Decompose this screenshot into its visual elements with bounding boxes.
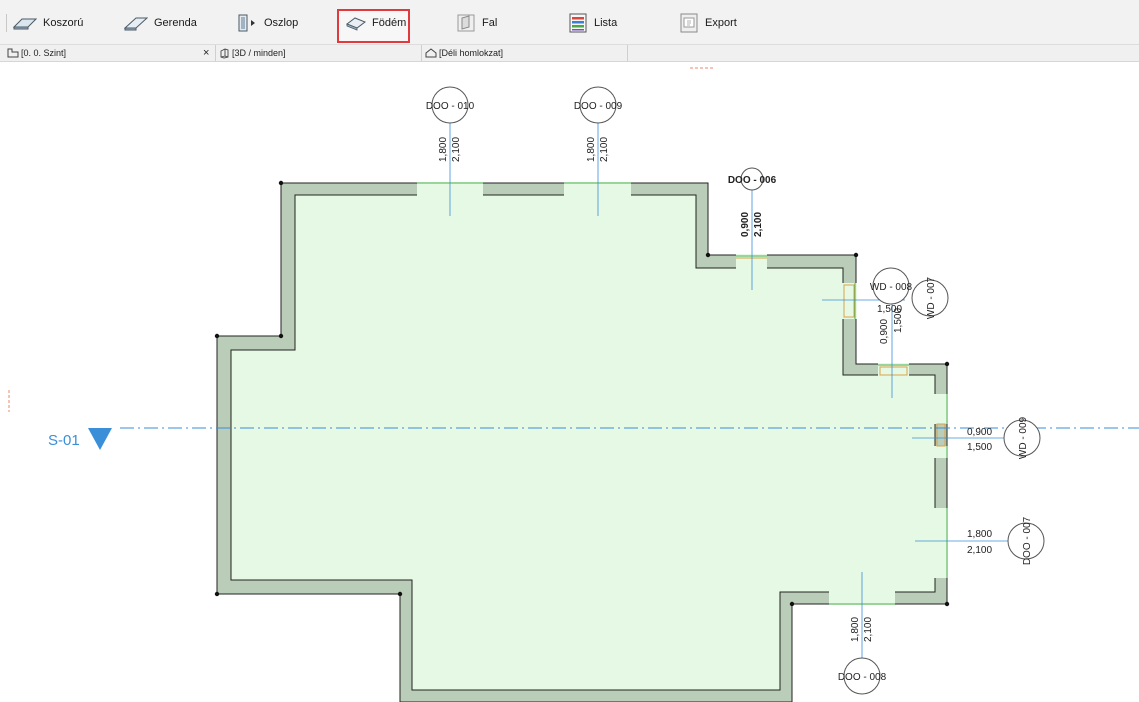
dim-wd-009-height: 1,500 xyxy=(967,442,992,453)
lista-label: Lista xyxy=(594,17,618,29)
tag-doo-010[interactable]: DOO - 010 xyxy=(426,101,475,112)
toolbar-grip xyxy=(6,14,7,32)
tag-wd-009[interactable]: WD - 009 xyxy=(1018,416,1029,459)
section-label: S-01 xyxy=(48,432,80,449)
tab-floor-plan-close-button[interactable]: × xyxy=(203,45,209,61)
export-label: Export xyxy=(705,17,737,29)
beam-icon xyxy=(124,17,148,31)
tag-doo-006[interactable]: DOO - 006 xyxy=(728,175,777,186)
dim-wd-008-sill: 0,900 xyxy=(879,319,890,344)
fodem-button[interactable]: Födém xyxy=(346,12,406,34)
ring-beam-icon xyxy=(13,18,37,30)
dim-wd-009-width: 0,900 xyxy=(967,427,992,438)
tab-divider xyxy=(421,45,422,61)
section-marker-icon[interactable] xyxy=(88,428,112,450)
tag-doo-008[interactable]: DOO - 008 xyxy=(838,672,887,683)
dim-doo-007-height: 2,100 xyxy=(967,545,992,556)
tag-wd-007[interactable]: WD - 007 xyxy=(926,276,937,319)
koszoru-label: Koszorú xyxy=(43,17,84,29)
fodem-label: Födém xyxy=(372,17,407,29)
floor-plan-icon xyxy=(7,48,19,58)
dim-doo-006-width: 0,900 xyxy=(740,212,751,237)
fal-label: Fal xyxy=(482,17,498,29)
floor-plan-canvas[interactable]: S-01 DOO - 010 DOO - 009 DOO - 006 WD - … xyxy=(0,62,1139,702)
view-tab-bar: [0. 0. Szint] × [3D / minden] [Déli homl… xyxy=(0,45,1139,62)
slab-icon xyxy=(346,17,366,31)
tab-divider xyxy=(215,45,216,61)
tab-3d-view[interactable]: [3D / minden] xyxy=(219,45,286,61)
oszlop-label: Oszlop xyxy=(264,17,299,29)
tab-floor-plan[interactable]: [0. 0. Szint] xyxy=(7,45,66,61)
fal-button[interactable]: Fal xyxy=(456,12,497,34)
dim-doo-007-width: 1,800 xyxy=(967,529,992,540)
oszlop-button[interactable]: Oszlop xyxy=(236,12,298,34)
tag-wd-008[interactable]: WD - 008 xyxy=(870,282,913,293)
dim-doo-008-height: 2,100 xyxy=(863,617,874,642)
wall-icon xyxy=(457,14,475,32)
elevation-icon xyxy=(425,48,437,58)
koszoru-button[interactable]: Koszorú xyxy=(13,12,83,34)
close-icon: × xyxy=(203,47,210,59)
gerenda-button[interactable]: Gerenda xyxy=(124,12,197,34)
export-button[interactable]: Export xyxy=(679,12,737,34)
column-icon xyxy=(238,14,255,32)
tab-3d-view-label: [3D / minden] xyxy=(232,48,286,58)
tab-elevation-label: [Déli homlokzat] xyxy=(439,48,504,58)
gerenda-label: Gerenda xyxy=(154,17,197,29)
list-icon xyxy=(569,13,587,33)
lista-button[interactable]: Lista xyxy=(568,12,617,34)
dim-doo-009-width: 1,800 xyxy=(586,137,597,162)
dim-doo-009-height: 2,100 xyxy=(599,137,610,162)
3d-view-icon xyxy=(220,48,229,58)
toolbar: Koszorú Gerenda Oszlop Födém Fal Lista E… xyxy=(0,0,1139,45)
dim-doo-006-height: 2,100 xyxy=(753,212,764,237)
tab-floor-plan-label: [0. 0. Szint] xyxy=(21,48,67,58)
tab-divider xyxy=(627,45,628,61)
dim-doo-010-width: 1,800 xyxy=(438,137,449,162)
dim-doo-010-height: 2,100 xyxy=(451,137,462,162)
tag-doo-009[interactable]: DOO - 009 xyxy=(574,101,623,112)
tag-doo-007[interactable]: DOO - 007 xyxy=(1022,516,1033,565)
dim-doo-008-width: 1,800 xyxy=(850,617,861,642)
tab-elevation[interactable]: [Déli homlokzat] xyxy=(425,45,503,61)
dim-wd-008-height: 1,500 xyxy=(893,308,904,333)
export-icon xyxy=(680,13,698,33)
